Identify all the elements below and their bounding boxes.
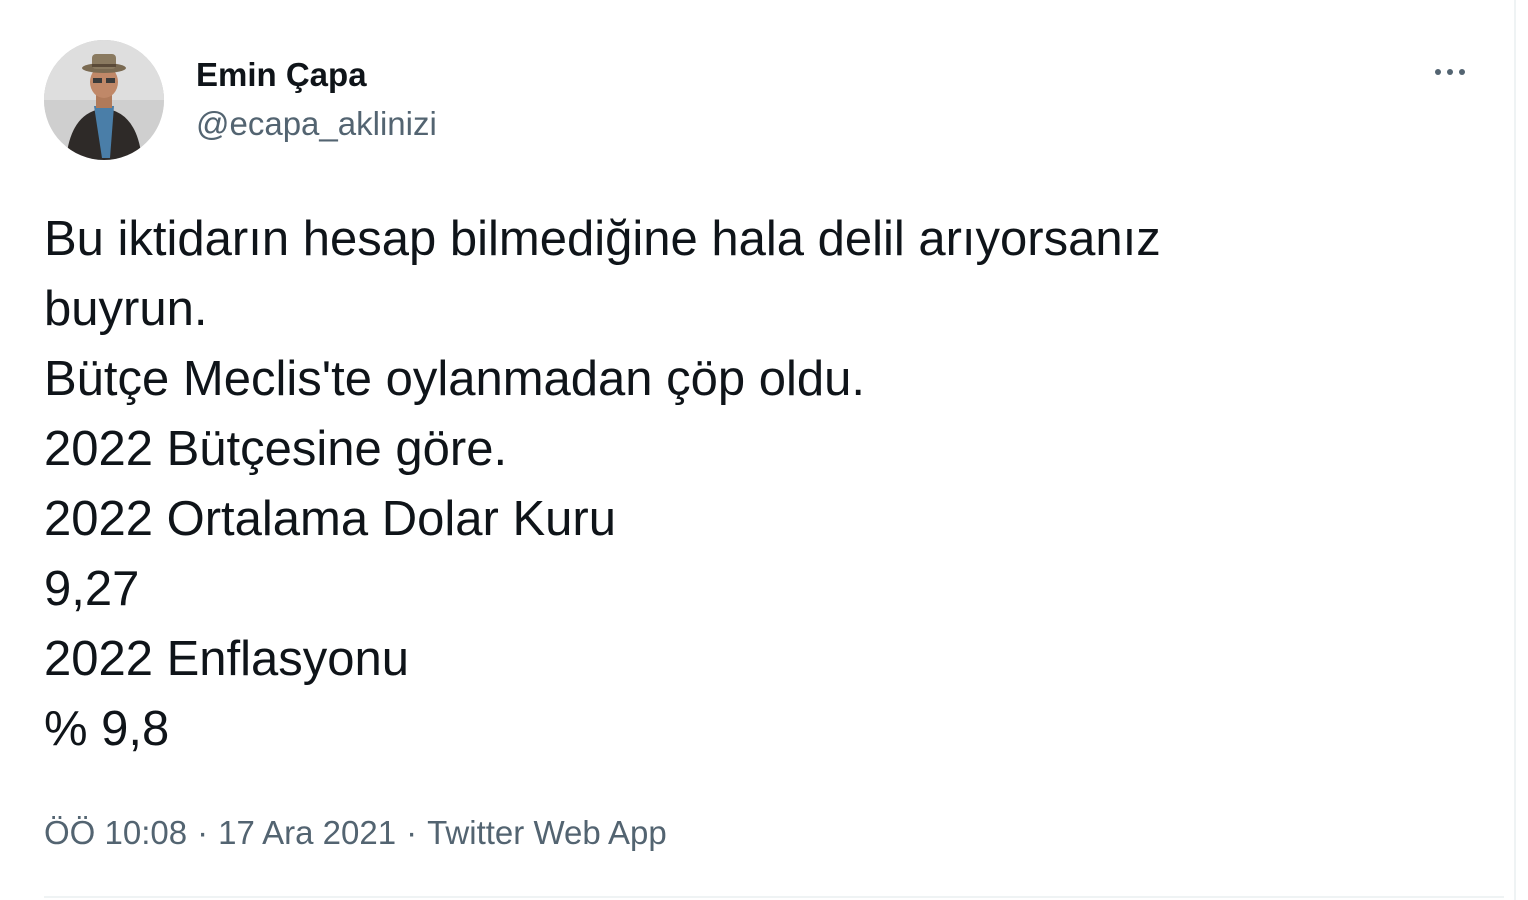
tweet-date: 17 Ara 2021 <box>218 814 397 851</box>
meta-separator: · <box>406 814 418 851</box>
more-options-button[interactable] <box>1420 50 1480 94</box>
tweet-text: Bu iktidarın hesap bilmediğine hala deli… <box>44 204 1444 764</box>
tweet-timestamp-link[interactable]: ÖÖ 10:08 · 17 Ara 2021 <box>44 814 396 851</box>
tweet-text-line: Bu iktidarın hesap bilmediğine hala deli… <box>44 212 1161 266</box>
tweet-text-line: 2022 Bütçesine göre. <box>44 422 508 476</box>
tweet-text-line: 2022 Enflasyonu <box>44 632 410 686</box>
tweet-text-line: 2022 Ortalama Dolar Kuru <box>44 492 616 546</box>
meta-separator: · <box>197 814 209 851</box>
author-handle[interactable]: @ecapa_aklinizi <box>196 104 437 144</box>
author-display-name[interactable]: Emin Çapa <box>196 55 367 95</box>
tweet-time: ÖÖ 10:08 <box>44 814 188 851</box>
tweet-metadata: ÖÖ 10:08 · 17 Ara 2021 · Twitter Web App <box>44 812 667 854</box>
more-horizontal-icon-dot <box>1447 69 1453 75</box>
bottom-divider <box>44 896 1504 898</box>
more-horizontal-icon-dot <box>1459 69 1465 75</box>
tweet-text-line: 9,27 <box>44 562 140 616</box>
tweet-text-line: Bütçe Meclis'te oylanmadan çöp oldu. <box>44 352 866 406</box>
tweet-card: Emin Çapa @ecapa_aklinizi Bu iktidarın h… <box>0 0 1516 900</box>
tweet-source-link[interactable]: Twitter Web App <box>427 814 667 851</box>
tweet-text-line: % 9,8 <box>44 702 170 756</box>
tweet-text-line: buyrun. <box>44 282 208 336</box>
user-avatar-photo-icon <box>44 40 164 160</box>
more-horizontal-icon <box>1435 69 1441 75</box>
author-avatar[interactable] <box>44 40 164 160</box>
